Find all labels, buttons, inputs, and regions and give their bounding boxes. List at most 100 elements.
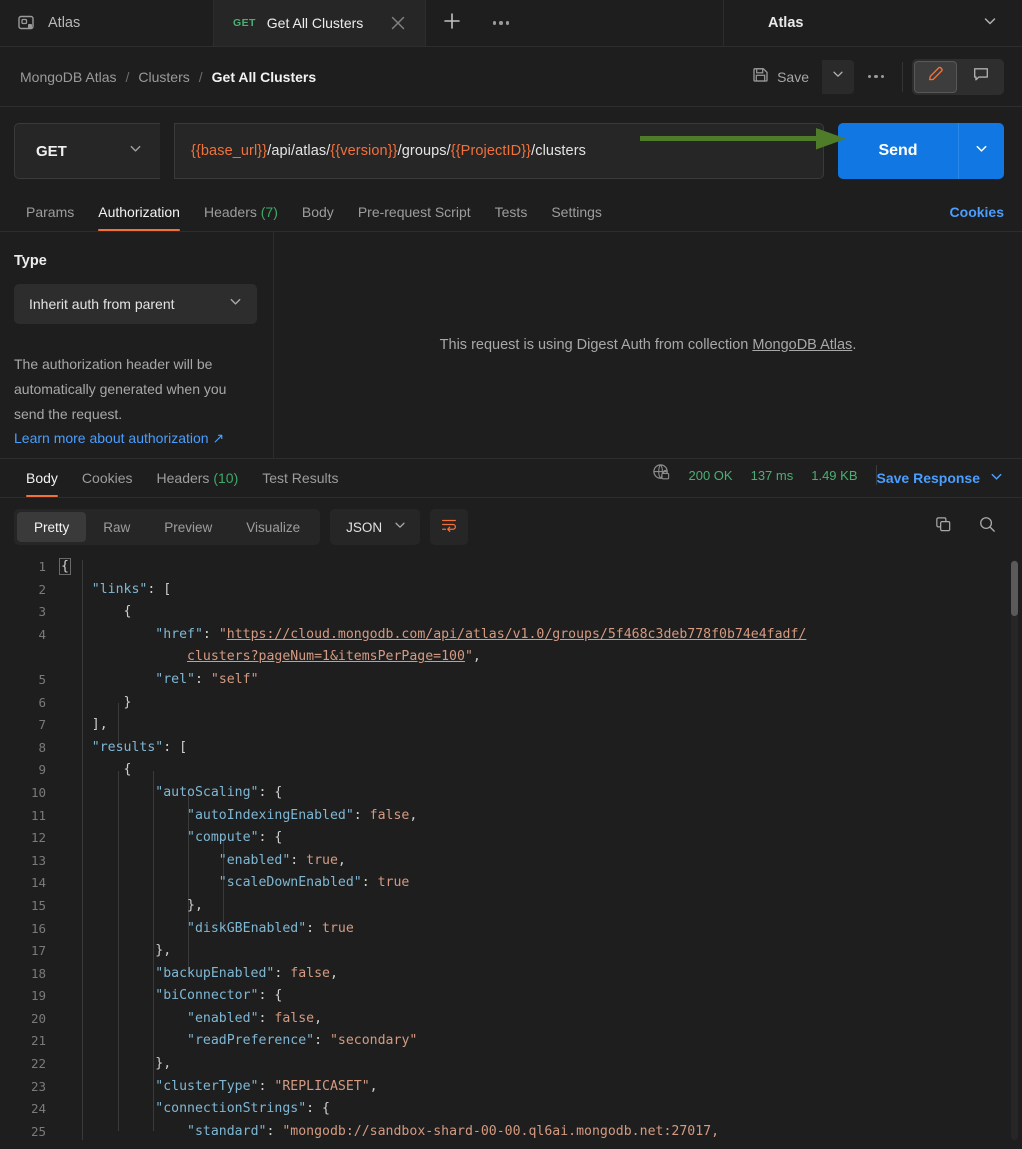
- breadcrumb-item-collection[interactable]: MongoDB Atlas: [20, 69, 117, 85]
- auth-type-label: Type: [14, 253, 47, 269]
- url-input[interactable]: {{base_url}}/api/atlas/{{version}}/group…: [174, 123, 824, 179]
- method-selector[interactable]: GET: [14, 123, 160, 179]
- code-text: },: [155, 1056, 172, 1072]
- breadcrumb-row: MongoDB Atlas / Clusters / Get All Clust…: [0, 47, 1022, 107]
- auth-learn-more-link[interactable]: Learn more about authorization ↗: [14, 430, 224, 447]
- cookies-link[interactable]: Cookies: [950, 204, 1004, 231]
- tab-settings-label: Settings: [551, 204, 602, 220]
- code-line: 10 "autoScaling": {: [0, 782, 1022, 805]
- new-tab-button[interactable]: [426, 0, 478, 46]
- workspace-button[interactable]: Atlas: [0, 0, 214, 46]
- line-number: 22: [30, 1056, 46, 1072]
- close-icon[interactable]: [387, 12, 409, 34]
- tab-pre-request-script-label: Pre-request Script: [357, 204, 471, 220]
- code-line: 3 {: [0, 601, 1022, 624]
- view-mode-group: [912, 58, 1004, 95]
- tab-params[interactable]: Params: [14, 204, 86, 231]
- save-button[interactable]: Save: [739, 60, 822, 94]
- copy-button[interactable]: [926, 510, 960, 544]
- url-var-version: {{version}}: [330, 143, 398, 159]
- response-size: 1.49 KB: [811, 467, 858, 483]
- auth-left-column: Type Inherit auth from parent The author…: [0, 232, 274, 458]
- ellipsis-icon: [492, 21, 510, 25]
- code-text: {: [123, 604, 132, 620]
- environment-name: Atlas: [768, 15, 804, 31]
- search-icon: [978, 515, 997, 539]
- save-response-button[interactable]: Save Response: [877, 469, 1005, 497]
- response-body-viewer[interactable]: 1{2 "links": [3 {4 "href": "https://clou…: [0, 556, 1022, 1145]
- code-line: 6 }: [0, 692, 1022, 715]
- auth-right-column: This request is using Digest Auth from c…: [274, 232, 1022, 458]
- tab-pre-request-script[interactable]: Pre-request Script: [346, 204, 483, 231]
- code-text: "compute": {: [187, 830, 283, 846]
- chevron-down-icon: [974, 141, 989, 161]
- code-text: {: [59, 558, 71, 575]
- code-text: },: [155, 943, 172, 959]
- auth-collection-link[interactable]: MongoDB Atlas: [752, 337, 852, 353]
- globe-lock-icon: [652, 463, 671, 487]
- environment-selector[interactable]: Atlas: [724, 0, 1022, 46]
- tab-tests[interactable]: Tests: [483, 204, 540, 231]
- code-text: {: [123, 762, 132, 778]
- code-text: "links": [: [91, 581, 172, 597]
- code-line: 20 "enabled": false,: [0, 1008, 1022, 1031]
- auth-type-value: Inherit auth from parent: [29, 296, 175, 312]
- response-tab-cookies[interactable]: Cookies: [70, 470, 145, 497]
- code-lines: 1{2 "links": [3 {4 "href": "https://clou…: [0, 556, 1022, 1143]
- auth-notice-prefix: This request is using Digest Auth from c…: [439, 337, 753, 353]
- code-line: 21 "readPreference": "secondary": [0, 1030, 1022, 1053]
- code-text: ],: [91, 717, 108, 733]
- code-line: 25 "standard": "mongodb://sandbox-shard-…: [0, 1121, 1022, 1144]
- request-more-button[interactable]: [854, 60, 898, 94]
- send-options-button[interactable]: [958, 123, 1004, 179]
- response-tab-body[interactable]: Body: [14, 470, 70, 497]
- tab-settings[interactable]: Settings: [539, 204, 614, 231]
- response-tab-headers[interactable]: Headers (10): [145, 470, 251, 497]
- line-number: 23: [30, 1078, 46, 1094]
- chevron-down-icon: [989, 469, 1004, 487]
- code-line: 11 "autoIndexingEnabled": false,: [0, 805, 1022, 828]
- line-number: 9: [38, 762, 46, 778]
- request-tab[interactable]: GET Get All Clusters: [214, 0, 426, 46]
- tab-body[interactable]: Body: [290, 204, 346, 231]
- code-line: 12 "compute": {: [0, 827, 1022, 850]
- code-line: 18 "backupEnabled": false,: [0, 963, 1022, 986]
- auth-type-select[interactable]: Inherit auth from parent: [14, 284, 257, 324]
- line-number: 7: [38, 717, 46, 733]
- edit-mode-button[interactable]: [914, 60, 957, 93]
- code-text: "connectionStrings": {: [155, 1101, 330, 1117]
- line-number: 1: [38, 559, 46, 574]
- send-button[interactable]: Send: [838, 123, 958, 179]
- code-text: "standard": "mongodb://sandbox-shard-00-…: [187, 1123, 720, 1139]
- view-mode-visualize[interactable]: Visualize: [229, 512, 317, 542]
- save-options-button[interactable]: [822, 59, 854, 94]
- view-mode-raw[interactable]: Raw: [86, 512, 147, 542]
- response-scrollbar-track[interactable]: [1011, 560, 1018, 1140]
- response-tab-test-results[interactable]: Test Results: [250, 470, 350, 497]
- tab-more-button[interactable]: [478, 0, 524, 46]
- code-text: "backupEnabled": false,: [155, 965, 338, 981]
- response-header: Body Cookies Headers (10) Test Results 2…: [0, 459, 1022, 498]
- tab-body-label: Body: [301, 204, 334, 220]
- response-scrollbar-thumb[interactable]: [1011, 561, 1018, 616]
- view-mode-pretty[interactable]: Pretty: [17, 512, 87, 542]
- line-number: 19: [30, 988, 46, 1004]
- code-line: 17 },: [0, 940, 1022, 963]
- line-number: 16: [30, 920, 46, 936]
- view-mode-preview[interactable]: Preview: [147, 512, 229, 542]
- code-text: "biConnector": {: [155, 988, 283, 1004]
- line-number: 17: [30, 943, 46, 959]
- response-format-select[interactable]: JSON: [330, 509, 421, 545]
- code-text: "scaleDownEnabled": true: [218, 875, 410, 891]
- save-response-label: Save Response: [876, 470, 981, 486]
- line-number: 2: [38, 581, 46, 597]
- breadcrumb-item-folder[interactable]: Clusters: [138, 69, 189, 85]
- comment-button[interactable]: [959, 61, 1002, 93]
- tab-headers[interactable]: Headers (7): [192, 204, 290, 231]
- word-wrap-button[interactable]: [430, 509, 469, 545]
- tab-authorization[interactable]: Authorization: [86, 204, 192, 231]
- tab-authorization-label: Authorization: [98, 204, 180, 220]
- line-number: 10: [30, 784, 46, 800]
- search-button[interactable]: [970, 510, 1004, 544]
- code-text: }: [123, 694, 132, 710]
